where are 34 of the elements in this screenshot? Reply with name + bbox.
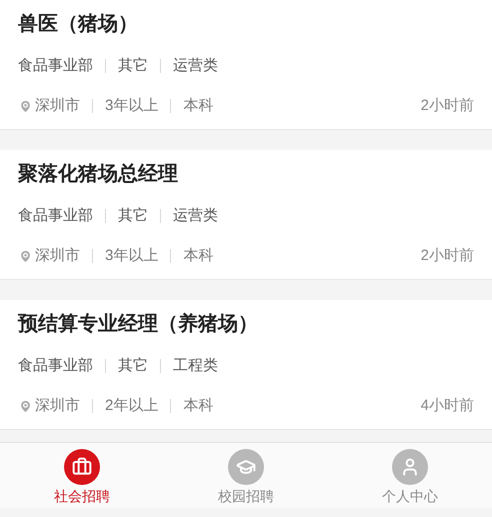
job-tag: 运营类 xyxy=(173,206,218,226)
job-meta: 3年以上 xyxy=(105,96,158,116)
job-tag: 其它 xyxy=(118,206,148,226)
graduation-cap-icon xyxy=(228,449,264,485)
job-title: 聚落化猪场总经理 xyxy=(18,162,179,187)
job-meta: 本科 xyxy=(183,246,214,266)
posted-time: 2小时前 xyxy=(420,96,474,116)
job-card[interactable]: 预结算专业经理（养猪场） 食品事业部 其它 工程类 深圳市 2年以上 本科 4小时前 xyxy=(0,300,492,430)
job-card[interactable]: 聚落化猪场总经理 食品事业部 其它 运营类 深圳市 3年以上 本科 2小时前 xyxy=(0,150,492,280)
briefcase-icon xyxy=(64,449,100,485)
job-tag: 食品事业部 xyxy=(18,206,93,226)
job-tag: 其它 xyxy=(118,56,148,76)
job-tag: 其它 xyxy=(118,356,148,376)
tab-item[interactable]: 社会招聘 xyxy=(0,443,164,508)
job-title: 预结算专业经理（养猪场） xyxy=(18,312,259,337)
job-tag: 工程类 xyxy=(173,356,218,376)
posted-time: 2小时前 xyxy=(420,246,474,266)
job-tag: 食品事业部 xyxy=(18,56,93,76)
job-meta: 深圳市 xyxy=(35,396,80,416)
job-meta: 2年以上 xyxy=(105,396,158,416)
job-tag: 食品事业部 xyxy=(18,356,93,376)
job-meta: 深圳市 xyxy=(35,96,80,116)
job-meta: 3年以上 xyxy=(105,246,158,266)
job-card[interactable]: 兽医（猪场） 食品事业部 其它 运营类 深圳市 3年以上 本科 2小时前 xyxy=(0,0,492,130)
posted-time: 4小时前 xyxy=(420,396,474,416)
location-pin-icon xyxy=(18,398,33,414)
user-icon xyxy=(392,449,428,485)
job-tag: 运营类 xyxy=(173,56,218,76)
job-meta: 本科 xyxy=(183,96,214,116)
job-title: 兽医（猪场） xyxy=(18,12,139,37)
job-meta: 本科 xyxy=(183,396,214,416)
job-meta: 深圳市 xyxy=(35,246,80,266)
location-pin-icon xyxy=(18,248,33,264)
location-pin-icon xyxy=(18,98,33,114)
